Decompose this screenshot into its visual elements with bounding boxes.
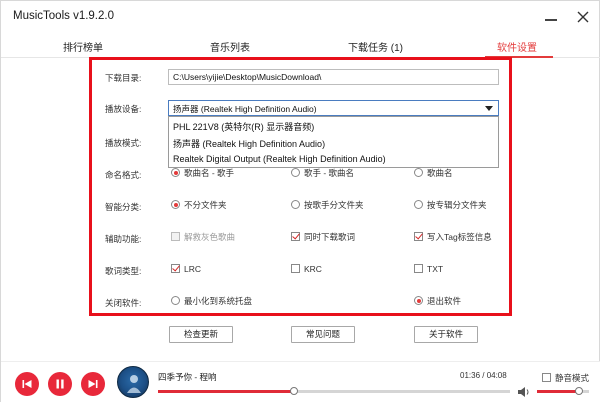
settings-highlight-frame (89, 57, 512, 316)
dropdown-option[interactable]: Realtek Digital Output (Realtek High Def… (169, 152, 498, 168)
previous-button[interactable] (15, 372, 39, 396)
seek-progress (158, 390, 295, 393)
playback-mode-label: 播放模式: (105, 138, 142, 148)
playback-device-select[interactable]: 扬声器 (Realtek High Definition Audio) (168, 100, 499, 116)
checkbox-checked-icon (171, 264, 180, 273)
close-behavior-label: 关闭软件: (105, 298, 142, 308)
dropdown-option[interactable]: PHL 221V8 (英特尔(R) 显示器音频) (169, 118, 498, 134)
classify-option-album[interactable]: 按专辑分文件夹 (414, 199, 499, 211)
next-button[interactable] (81, 372, 105, 396)
download-dir-input[interactable]: C:\Users\yijie\Desktop\MusicDownload\ (168, 69, 499, 85)
chevron-down-icon (485, 106, 493, 111)
radio-selected-icon (414, 296, 423, 305)
radio-icon (414, 168, 423, 177)
close-button[interactable] (573, 7, 593, 27)
album-art-image (127, 375, 141, 393)
playback-device-label: 播放设备: (105, 104, 142, 114)
lyrics-option-txt[interactable]: TXT (414, 263, 474, 275)
song-title: 四季予你 - 程响 (158, 372, 217, 382)
close-option-tray[interactable]: 最小化到系统托盘 (171, 295, 281, 307)
minimize-icon (545, 19, 557, 21)
volume-handle[interactable] (574, 387, 583, 395)
aux-option-download-lyrics[interactable]: 同时下载歌词 (291, 231, 391, 243)
checkbox-icon (291, 264, 300, 273)
classify-option-artist[interactable]: 按歌手分文件夹 (291, 199, 391, 211)
check-update-button[interactable]: 检查更新 (169, 326, 233, 343)
lyrics-option-krc[interactable]: KRC (291, 263, 351, 275)
title-bar: MusicTools v1.9.2.0 (1, 1, 600, 33)
time-display: 01:36 / 04:08 (460, 371, 507, 380)
radio-icon (414, 200, 423, 209)
volume-level (537, 390, 579, 393)
previous-icon (22, 380, 32, 388)
playback-device-value: 扬声器 (Realtek High Definition Audio) (173, 104, 317, 114)
next-icon (88, 380, 98, 388)
about-button[interactable]: 关于软件 (414, 326, 478, 343)
playback-device-dropdown: PHL 221V8 (英特尔(R) 显示器音频) 扬声器 (Realtek Hi… (168, 116, 499, 168)
checkbox-icon (542, 373, 551, 382)
lyrics-type-label: 歌词类型: (105, 266, 142, 276)
faq-button[interactable]: 常见问题 (291, 326, 355, 343)
tab-music-list[interactable]: 音乐列表 (210, 39, 250, 54)
checkbox-icon (171, 232, 180, 241)
naming-option-song[interactable]: 歌曲名 (414, 167, 494, 179)
tab-charts[interactable]: 排行榜单 (63, 39, 103, 54)
naming-option-song-artist[interactable]: 歌曲名 - 歌手 (171, 167, 271, 179)
pause-button[interactable] (48, 372, 72, 396)
aux-option-write-tag[interactable]: 写入Tag标签信息 (414, 231, 504, 243)
volume-slider[interactable] (537, 387, 589, 395)
pause-icon (56, 379, 64, 389)
classify-option-none[interactable]: 不分文件夹 (171, 199, 271, 211)
volume-icon[interactable] (517, 386, 531, 398)
app-window: MusicTools v1.9.2.0 排行榜单 音乐列表 下载任务 (1) 软… (0, 0, 600, 403)
naming-option-artist-song[interactable]: 歌手 - 歌曲名 (291, 167, 391, 179)
app-title: MusicTools v1.9.2.0 (13, 10, 114, 22)
seek-bar[interactable] (158, 387, 510, 395)
radio-icon (291, 168, 300, 177)
close-option-exit[interactable]: 退出软件 (414, 295, 484, 307)
tab-downloads[interactable]: 下载任务 (1) (348, 39, 403, 54)
player-bar: 四季予你 - 程响 01:36 / 04:08 静音模式 (1, 361, 600, 403)
radio-selected-icon (171, 200, 180, 209)
smart-classify-label: 智能分类: (105, 202, 142, 212)
checkbox-icon (414, 264, 423, 273)
aux-option-rescue-grey: 解救灰色歌曲 (171, 231, 271, 243)
radio-icon (291, 200, 300, 209)
checkbox-checked-icon (414, 232, 423, 241)
dropdown-option[interactable]: 扬声器 (Realtek High Definition Audio) (169, 135, 498, 151)
aux-label: 辅助功能: (105, 234, 142, 244)
tab-settings[interactable]: 软件设置 (497, 39, 537, 54)
download-dir-label: 下载目录: (105, 73, 142, 83)
radio-selected-icon (171, 168, 180, 177)
lyrics-option-lrc[interactable]: LRC (171, 263, 231, 275)
minimize-button[interactable] (541, 7, 561, 27)
close-icon (577, 11, 589, 23)
album-cover[interactable] (117, 366, 149, 398)
radio-icon (171, 296, 180, 305)
naming-label: 命名格式: (105, 170, 142, 180)
checkbox-checked-icon (291, 232, 300, 241)
